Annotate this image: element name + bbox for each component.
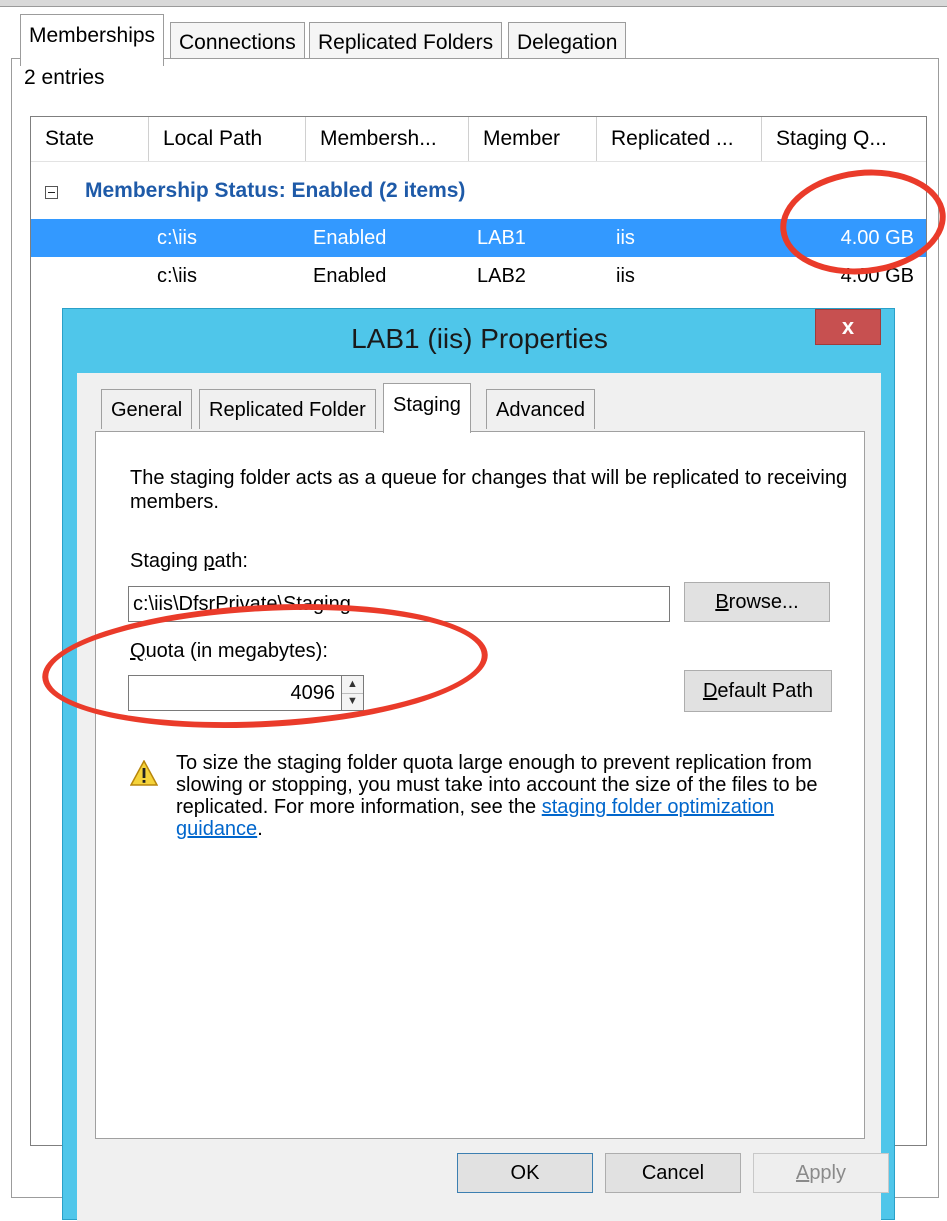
table-row[interactable]: c:\iis Enabled LAB1 iis 4.00 GB	[31, 219, 926, 257]
tab-memberships[interactable]: Memberships	[20, 14, 165, 66]
table-row[interactable]: c:\iis Enabled LAB2 iis 4.00 GB	[31, 257, 926, 295]
staging-path-label-pre: Staging	[130, 550, 204, 572]
browse-rest: rowse...	[728, 591, 799, 613]
tab-replicated-folder[interactable]: Replicated Folder	[199, 389, 376, 429]
tab-delegation[interactable]: Delegation	[508, 22, 627, 62]
default-path-rest: efault Path	[717, 680, 814, 702]
column-staging-quota[interactable]: Staging Q...	[762, 117, 926, 161]
header-divider	[31, 161, 926, 162]
quota-input[interactable]: 4096	[128, 675, 342, 711]
column-local-path[interactable]: Local Path	[149, 117, 306, 161]
cell-membership: Enabled	[313, 227, 387, 249]
cell-member: LAB1	[477, 227, 526, 249]
cell-replicated-folder: iis	[616, 227, 635, 249]
group-label: Membership Status: Enabled (2 items)	[85, 179, 466, 202]
staging-path-label-key: p	[203, 550, 215, 572]
expander-minus-icon[interactable]	[45, 186, 58, 199]
cell-local-path: c:\iis	[157, 265, 197, 287]
cell-local-path: c:\iis	[157, 227, 197, 249]
warning-icon	[130, 760, 158, 786]
column-member[interactable]: Member	[469, 117, 597, 161]
tab-replicated-folders[interactable]: Replicated Folders	[309, 22, 503, 62]
staging-path-label-post: ath:	[214, 550, 248, 572]
staging-path-input[interactable]: c:\iis\DfsrPrivate\Staging	[128, 586, 670, 622]
properties-dialog: LAB1 (iis) Properties x General Replicat…	[62, 308, 895, 1221]
tab-connections[interactable]: Connections	[170, 22, 305, 62]
cancel-button[interactable]: Cancel	[605, 1153, 741, 1193]
default-path-button[interactable]: Default Path	[684, 670, 832, 712]
browse-key: B	[715, 591, 729, 613]
cell-membership: Enabled	[313, 265, 387, 287]
group-header[interactable]: Membership Status: Enabled (2 items)	[31, 175, 926, 213]
spin-up-icon[interactable]: ▲	[342, 676, 363, 694]
column-state[interactable]: State	[31, 117, 149, 161]
tab-staging[interactable]: Staging	[383, 383, 471, 433]
staging-panel: The staging folder acts as a queue for c…	[95, 431, 865, 1139]
quota-label: Quota (in megabytes):	[130, 640, 328, 663]
apply-rest: pply	[809, 1162, 847, 1184]
quota-spinner[interactable]: ▲ ▼	[342, 675, 364, 711]
column-membership[interactable]: Membersh...	[306, 117, 469, 161]
staging-description: The staging folder acts as a queue for c…	[130, 467, 848, 513]
cell-replicated-folder: iis	[616, 265, 635, 287]
tab-advanced[interactable]: Advanced	[486, 389, 595, 429]
top-edge	[0, 0, 947, 7]
cell-member: LAB2	[477, 265, 526, 287]
apply-button[interactable]: Apply	[753, 1153, 889, 1193]
close-button[interactable]: x	[815, 309, 881, 345]
default-path-key: D	[702, 680, 718, 702]
ok-button[interactable]: OK	[457, 1153, 593, 1193]
staging-path-label: Staging path:	[130, 550, 248, 573]
spin-down-icon[interactable]: ▼	[342, 693, 363, 710]
cell-staging-quota: 4.00 GB	[840, 227, 914, 249]
column-replicated-folder[interactable]: Replicated ...	[597, 117, 762, 161]
quota-label-rest: uota (in megabytes):	[145, 640, 328, 662]
quota-label-key: Q	[130, 640, 146, 662]
apply-key: A	[795, 1162, 810, 1184]
browse-button[interactable]: Browse...	[684, 582, 830, 622]
cell-staging-quota: 4.00 GB	[840, 265, 914, 287]
entries-count: 2 entries	[24, 66, 105, 89]
warning-end: .	[257, 818, 263, 840]
dialog-client-area: General Replicated Folder Staging Advanc…	[77, 373, 889, 1221]
dialog-title: LAB1 (iis) Properties	[351, 323, 608, 354]
staging-warning: To size the staging folder quota large e…	[176, 752, 836, 840]
tab-general[interactable]: General	[101, 389, 193, 429]
